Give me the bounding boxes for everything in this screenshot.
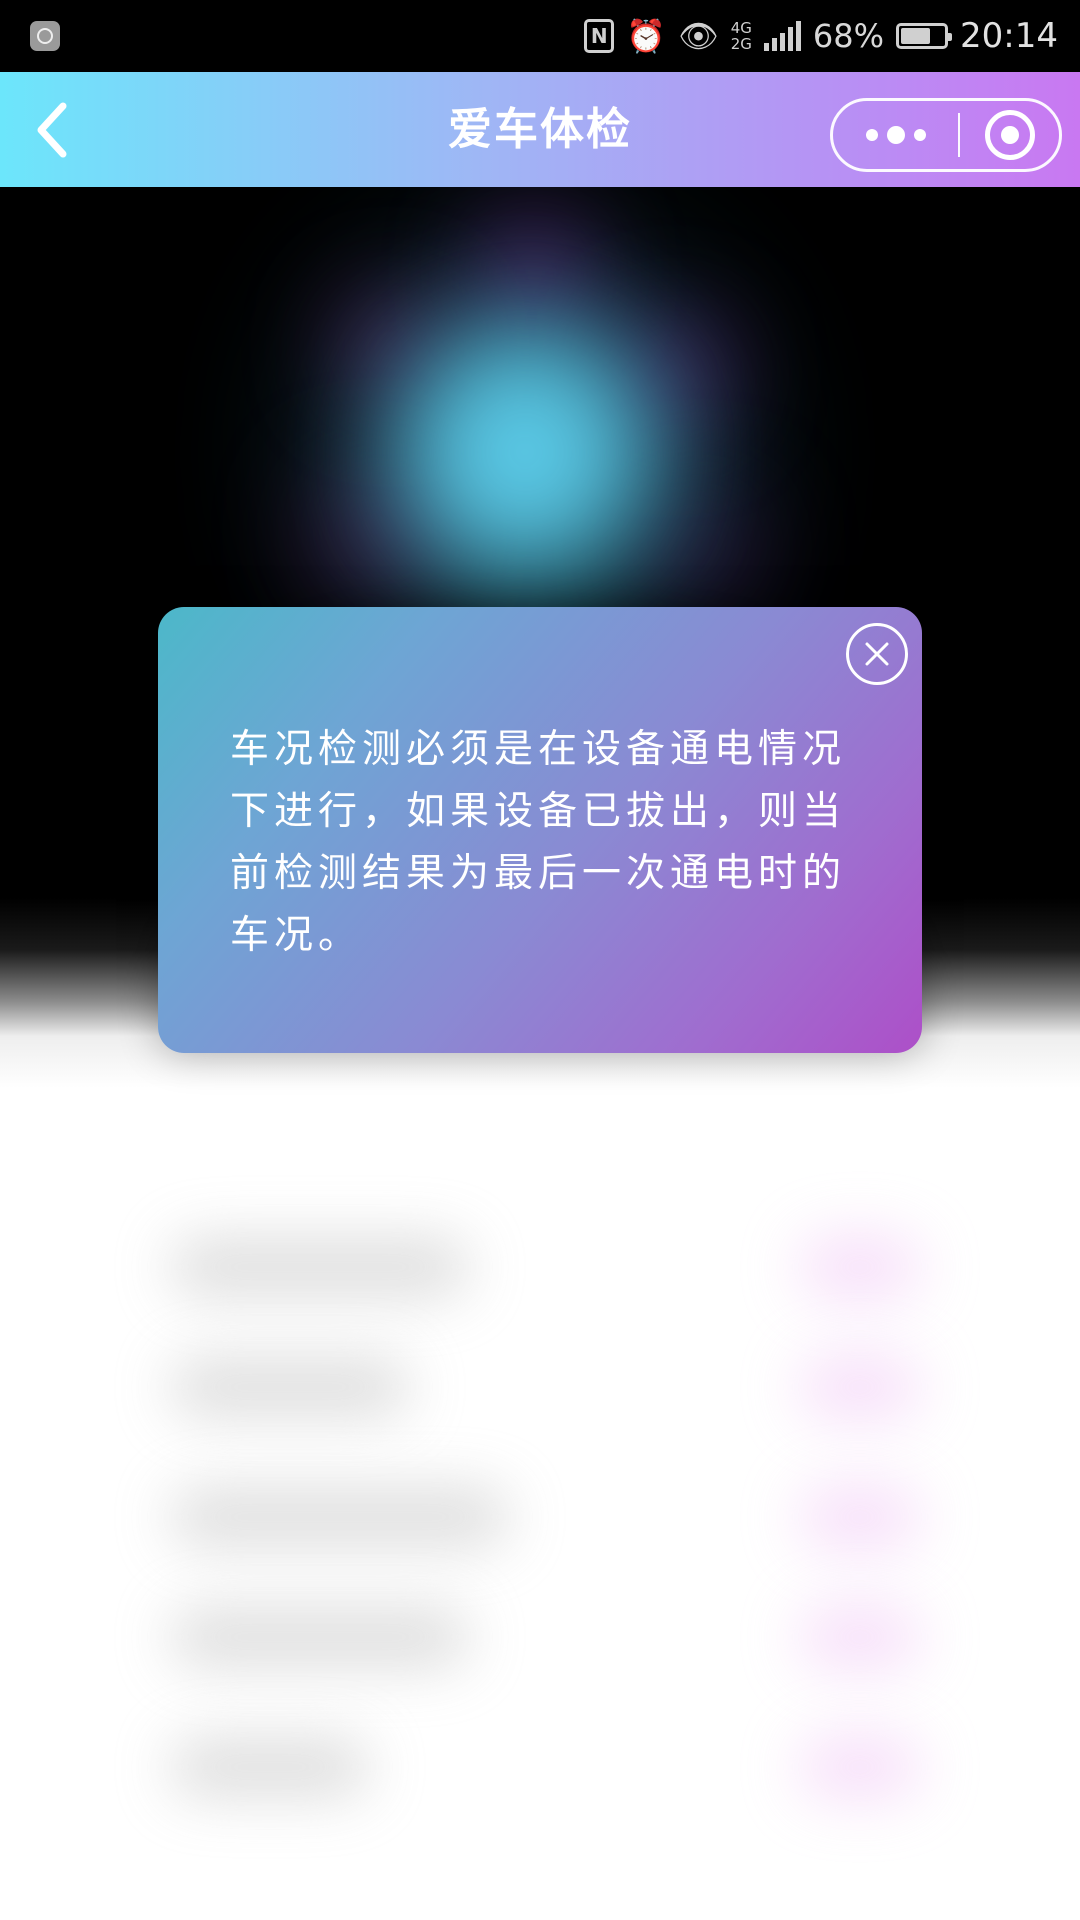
blurred-list-badge: [800, 1487, 920, 1547]
blurred-list-badge: [800, 1737, 920, 1797]
notification-icon: [30, 21, 60, 51]
blurred-list-badge: [800, 1357, 920, 1417]
blurred-list-row: [170, 1737, 370, 1797]
signal-icon: [763, 21, 801, 51]
clock-time: 20:14: [960, 16, 1058, 56]
blurred-list-row: [170, 1237, 470, 1297]
network-type-bottom: 2G: [730, 35, 752, 53]
eye-comfort-icon: 👁: [678, 17, 719, 55]
notice-dialog: 车况检测必须是在设备通电情况下进行，如果设备已拔出，则当前检测结果为最后一次通电…: [158, 607, 922, 1053]
more-dots-icon: [865, 129, 878, 141]
blurred-list-badge: [800, 1237, 920, 1297]
dialog-close-button[interactable]: [846, 623, 908, 685]
network-type-top: 4G: [730, 19, 752, 37]
blurred-list-badge: [800, 1607, 920, 1667]
blurred-list-row: [170, 1607, 470, 1667]
target-close-icon: [984, 110, 1035, 160]
battery-icon: [896, 23, 953, 49]
dialog-message: 车况检测必须是在设备通电情况下进行，如果设备已拔出，则当前检测结果为最后一次通电…: [230, 727, 847, 958]
blurred-list-row: [170, 1357, 410, 1417]
back-button[interactable]: [22, 100, 82, 160]
screen: N ⏰ 👁 4G 2G 68% 20:14 爱车体检 车况检测必须是在设备通电情…: [0, 0, 1080, 1920]
status-bar: N ⏰ 👁 4G 2G 68% 20:14: [0, 0, 1080, 72]
glow-dot: [650, 497, 750, 597]
alarm-icon: ⏰: [626, 17, 667, 55]
blurred-list-row: [170, 1487, 510, 1547]
chevron-left-icon: [37, 102, 67, 158]
more-button[interactable]: [833, 101, 958, 169]
blurred-page-background: [0, 187, 1080, 1920]
glow-dot: [480, 217, 590, 327]
scan-glow: [400, 327, 650, 577]
close-circle-icon: [865, 642, 889, 666]
miniprogram-capsule: [830, 98, 1062, 172]
battery-percent: 68%: [812, 17, 885, 55]
nav-bar: 爱车体检: [0, 72, 1080, 187]
nfc-icon: N: [584, 19, 615, 53]
network-type: 4G 2G: [731, 20, 752, 52]
exit-button[interactable]: [960, 101, 1059, 169]
